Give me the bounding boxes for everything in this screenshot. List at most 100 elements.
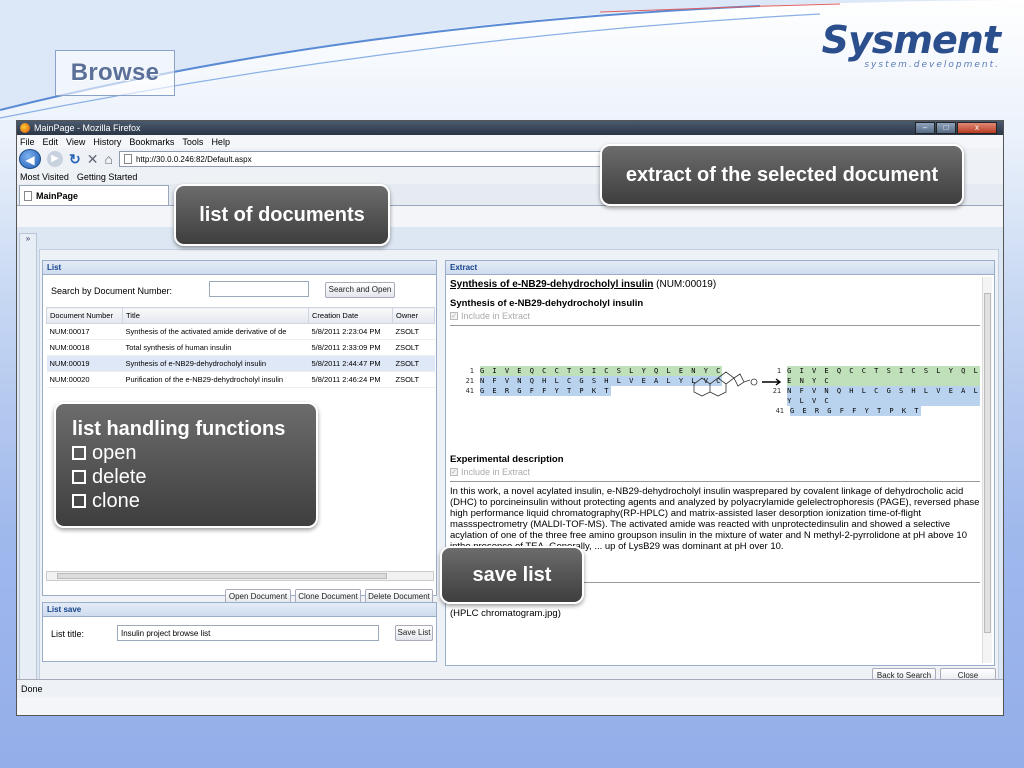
tab-page-icon (24, 190, 32, 201)
status-bar: Done (17, 679, 1003, 697)
menu-tools[interactable]: Tools (182, 137, 203, 147)
bullet-item: open (72, 441, 300, 465)
callout-text: save list (472, 564, 552, 586)
column-header-creation-date[interactable]: Creation Date (308, 307, 393, 324)
cell-owner: ZSOLT (392, 323, 435, 340)
table-row-selected[interactable]: NUM:00019 Synthesis of e-NB29-dehydrocho… (46, 355, 435, 372)
cell-creation-date: 5/8/2011 2:33:09 PM (308, 339, 393, 356)
seq-line-number: 41 (465, 387, 474, 395)
search-label: Search by Document Number: (51, 286, 173, 296)
bookmark-getting-started[interactable]: Getting Started (77, 172, 138, 182)
cell-title: Total synthesis of human insulin (122, 339, 309, 356)
forward-button[interactable]: ▶ (47, 151, 63, 167)
cell-creation-date: 5/8/2011 2:44:47 PM (308, 355, 393, 372)
include-extract-checkbox-1[interactable]: ✓ Include in Extract (450, 311, 980, 321)
bullet-text: clone (92, 490, 140, 512)
cell-owner: ZSOLT (392, 355, 435, 372)
include-extract-checkbox-2[interactable]: ✓ Include in Extract (450, 467, 980, 477)
window-close-button[interactable]: x (957, 122, 997, 134)
callout-list-handling: list handling functions open delete clon… (54, 402, 318, 528)
back-button[interactable]: ◀ (19, 149, 41, 169)
menu-edit[interactable]: Edit (43, 137, 59, 147)
list-title-input[interactable] (117, 625, 379, 641)
tab-mainpage[interactable]: MainPage (19, 185, 169, 205)
maximize-button[interactable]: □ (936, 122, 956, 134)
table-row[interactable]: NUM:00017 Synthesis of the activated ami… (46, 323, 435, 340)
extract-doc-title-row: Synthesis of e-NB29-dehydrocholyl insuli… (450, 279, 980, 290)
bookmark-most-visited[interactable]: Most Visited (20, 172, 69, 182)
cell-document-number: NUM:00019 (46, 355, 123, 372)
seq-line-number: 1 (776, 367, 782, 375)
menu-view[interactable]: View (66, 137, 85, 147)
table-horizontal-scrollbar[interactable] (46, 571, 434, 581)
scrollbar-thumb[interactable] (57, 573, 387, 579)
checkbox-icon (72, 494, 86, 508)
cell-document-number: NUM:00017 (46, 323, 123, 340)
menu-help[interactable]: Help (211, 137, 230, 147)
extract-vertical-scrollbar[interactable] (982, 277, 992, 663)
scrollbar-thumb[interactable] (984, 293, 991, 633)
reaction-scheme: 1 G I V E Q C C T S I C S L Y Q L E N Y C… (450, 326, 980, 446)
seq-line-b-chain-end: G E R G F F Y T P K T (790, 406, 921, 416)
slide-title: Browse (70, 59, 160, 86)
tab-label: MainPage (36, 190, 79, 201)
checkbox-icon: ✓ (450, 312, 458, 320)
cell-title: Synthesis of the activated amide derivat… (122, 323, 309, 340)
bullet-text: delete (92, 466, 147, 488)
cell-title: Synthesis of e-NB29-dehydrocholyl insuli… (122, 355, 309, 372)
column-header-document-number[interactable]: Document Number (46, 307, 123, 324)
divider (450, 481, 980, 482)
callout-text: list of documents (199, 204, 365, 226)
menu-file[interactable]: File (20, 137, 35, 147)
seq-line-b-chain-end: G E R G F F Y T P K T (480, 386, 611, 396)
cell-creation-date: 5/8/2011 2:23:04 PM (308, 323, 393, 340)
section-title-synthesis: Synthesis of e-NB29-dehydrocholyl insuli… (450, 298, 644, 309)
firefox-icon (20, 123, 30, 133)
cell-owner: ZSOLT (392, 339, 435, 356)
column-header-title[interactable]: Title (122, 307, 309, 324)
bullet-item: clone (72, 489, 300, 513)
stop-icon[interactable]: ✕ (87, 151, 99, 168)
cell-creation-date: 5/8/2011 2:46:24 PM (308, 371, 393, 388)
cell-owner: ZSOLT (392, 371, 435, 388)
column-header-owner[interactable]: Owner (392, 307, 435, 324)
seq-line-a-chain: G I V E Q C C T S I C S L Y Q L E N Y C (480, 366, 723, 376)
seq-line-number: 21 (465, 377, 474, 385)
url-text: http://30.0.0.246:82/Default.aspx (135, 154, 252, 164)
table-row[interactable]: NUM:00020 Purification of the e-NB29-deh… (46, 371, 435, 388)
bullet-list: open delete clone (72, 441, 300, 513)
extract-doc-title-link[interactable]: Synthesis of e-NB29-dehydrocholyl insuli… (450, 279, 653, 290)
window-titlebar: MainPage - Mozilla Firefox – □ x (17, 121, 1003, 135)
extract-doc-number: (NUM:00019) (656, 279, 717, 290)
callout-title: list handling functions (72, 418, 286, 440)
list-save-header: List save (43, 603, 436, 617)
reload-icon[interactable]: ↻ (69, 151, 81, 168)
search-row: Search by Document Number: (51, 286, 172, 296)
seq-line-number: 1 (469, 367, 474, 375)
menu-history[interactable]: History (93, 137, 121, 147)
callout-extract-selected: extract of the selected document (600, 144, 964, 206)
checkbox-icon (72, 446, 86, 460)
attachment-hplc-chromatogram[interactable]: (HPLC chromatogram.jpg) (450, 608, 980, 619)
documents-table: Document Number Title Creation Date Owne… (46, 307, 435, 388)
slide-title-box: Browse (55, 50, 175, 96)
seq-line-number: 21 (772, 387, 782, 395)
document-number-input[interactable] (209, 281, 309, 297)
menu-bookmarks[interactable]: Bookmarks (129, 137, 174, 147)
checkbox-icon (72, 470, 86, 484)
cell-document-number: NUM:00020 (46, 371, 123, 388)
seq-line-b-chain: N F V N Q H L C G S H L V E A L Y L V C (787, 386, 980, 406)
list-title-label: List title: (51, 629, 85, 639)
search-and-open-button[interactable]: Search and Open (325, 282, 395, 298)
status-text: Done (21, 684, 43, 694)
list-panel-header: List (43, 261, 436, 275)
home-icon[interactable]: ⌂ (104, 151, 112, 167)
sidebar-expand-toggle[interactable]: » (19, 233, 37, 683)
save-list-button[interactable]: Save List (395, 625, 433, 641)
company-logo: Sysment system.development. (821, 18, 1001, 70)
include-label: Include in Extract (461, 467, 531, 477)
logo-text: Sysment (821, 18, 1001, 62)
table-row[interactable]: NUM:00018 Total synthesis of human insul… (46, 339, 435, 356)
minimize-button[interactable]: – (915, 122, 935, 134)
bullet-text: open (92, 442, 137, 464)
